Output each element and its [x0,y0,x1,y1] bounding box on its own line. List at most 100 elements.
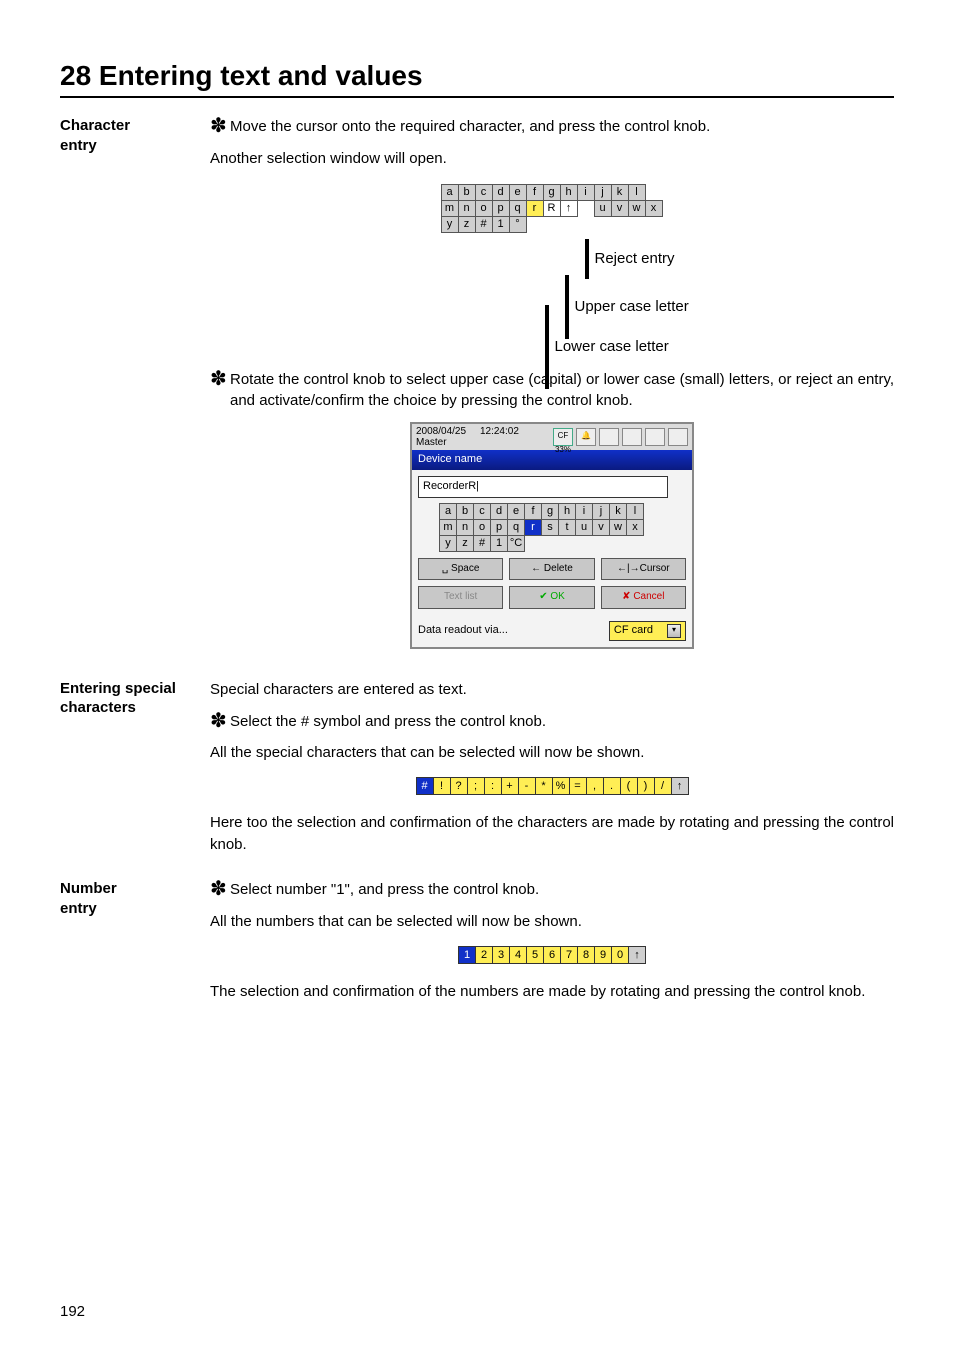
cf-card-icon: CF33% [553,428,573,446]
strip-cell[interactable]: % [552,777,570,795]
strip-cell[interactable]: 5 [526,946,544,964]
char-cell: v [611,200,629,217]
footer-dropdown[interactable]: CF card ▾ [609,621,686,641]
kb-key-selected[interactable]: r [524,519,542,536]
strip-cell-selected[interactable]: 1 [458,946,476,964]
side-label-number: Numberentry [60,879,210,918]
kb-key[interactable]: d [490,503,508,520]
strip-cell[interactable]: 6 [543,946,561,964]
callout-reject: Reject entry [585,239,675,279]
strip-cell[interactable]: 9 [594,946,612,964]
strip-cell[interactable]: - [518,777,536,795]
kb-key[interactable]: # [473,535,491,552]
paragraph: Another selection window will open. [210,148,894,170]
strip-cell[interactable]: ! [433,777,451,795]
kb-key[interactable]: c [473,503,491,520]
kb-key[interactable]: 1 [490,535,508,552]
char-cell: x [645,200,663,217]
char-cell: k [611,184,629,201]
special-char-strip: # ! ? ; : + - * % = , . ( ) / ↑ [416,777,689,795]
ok-button[interactable]: ✔ OK [509,586,594,609]
char-cell: a [441,184,459,201]
strip-cell[interactable]: ; [467,777,485,795]
strip-cell[interactable]: 4 [509,946,527,964]
kb-key[interactable]: j [592,503,610,520]
kb-key[interactable]: q [507,519,525,536]
char-cell: j [594,184,612,201]
kb-key[interactable]: h [558,503,576,520]
kb-key[interactable]: °C [507,535,525,552]
space-button[interactable]: ␣ Space [418,558,503,581]
kb-key[interactable]: s [541,519,559,536]
kb-key[interactable]: f [524,503,542,520]
body-number: ✽ Select number "1", and press the contr… [210,879,894,1012]
strip-cell-back[interactable]: ↑ [671,777,689,795]
char-cell-gap [577,200,595,217]
name-input[interactable]: RecorderR| [418,476,668,498]
kb-key[interactable]: u [575,519,593,536]
strip-cell[interactable]: , [586,777,604,795]
kb-key[interactable]: a [439,503,457,520]
paragraph: All the numbers that can be selected wil… [210,911,894,933]
kb-key[interactable]: l [626,503,644,520]
kb-key[interactable]: w [609,519,627,536]
char-cell: l [628,184,646,201]
char-cell: e [509,184,527,201]
cancel-button[interactable]: ✘ Cancel [601,586,686,609]
device-time: 12:24:02 [480,426,519,437]
delete-button[interactable]: ← Delete [509,558,594,581]
strip-cell[interactable]: ( [620,777,638,795]
kb-key[interactable]: x [626,519,644,536]
kb-key[interactable]: v [592,519,610,536]
dialog-button-row: Text list ✔ OK ✘ Cancel [418,586,686,609]
textlist-button[interactable]: Text list [418,586,503,609]
dialog-body: RecorderR| a b c d e f g [412,470,692,615]
bullet-text: Move the cursor onto the required charac… [230,116,894,138]
cursor-button[interactable]: ←|→Cursor [601,558,686,581]
strip-cell[interactable]: ) [637,777,655,795]
strip-cell[interactable]: 3 [492,946,510,964]
kb-key[interactable]: t [558,519,576,536]
kb-key[interactable]: n [456,519,474,536]
dialog-button-row: ␣ Space ← Delete ←|→Cursor [418,558,686,581]
strip-cell[interactable]: / [654,777,672,795]
kb-key[interactable]: g [541,503,559,520]
kb-key[interactable]: p [490,519,508,536]
chevron-down-icon: ▾ [667,624,681,638]
kb-key[interactable]: o [473,519,491,536]
kb-key[interactable]: i [575,503,593,520]
strip-cell[interactable]: 0 [611,946,629,964]
kb-key[interactable]: y [439,535,457,552]
footer-label: Data readout via... [418,623,508,639]
strip-cell[interactable]: 7 [560,946,578,964]
bell-icon: 🔔 [576,428,596,446]
kb-key[interactable]: m [439,519,457,536]
strip-cell[interactable]: 2 [475,946,493,964]
onscreen-keyboard: a b c d e f g h i j [440,504,686,552]
bullet-star-icon: ✽ [210,369,230,413]
char-cell: d [492,184,510,201]
kb-key[interactable]: b [456,503,474,520]
bullet-star-icon: ✽ [210,879,230,901]
strip-cell-selected[interactable]: # [416,777,434,795]
strip-cell[interactable]: . [603,777,621,795]
strip-cell[interactable]: + [501,777,519,795]
status-icon [599,428,619,446]
char-cell: m [441,200,459,217]
device-status-left: 2008/04/25 12:24:02 Master [416,426,519,448]
kb-key[interactable]: k [609,503,627,520]
figure-device-dialog: 2008/04/25 12:24:02 Master CF33% 🔔 [210,422,894,649]
section-character-entry: Characterentry ✽ Move the cursor onto th… [60,116,894,665]
strip-cell[interactable]: 8 [577,946,595,964]
paragraph: Here too the selection and confirmation … [210,812,894,856]
bullet-item: ✽ Select the # symbol and press the cont… [210,711,894,733]
strip-cell[interactable]: ? [450,777,468,795]
kb-key[interactable]: z [456,535,474,552]
strip-cell[interactable]: * [535,777,553,795]
strip-cell[interactable]: : [484,777,502,795]
char-cell: n [458,200,476,217]
kb-key[interactable]: e [507,503,525,520]
char-cell: p [492,200,510,217]
strip-cell[interactable]: = [569,777,587,795]
strip-cell-back[interactable]: ↑ [628,946,646,964]
